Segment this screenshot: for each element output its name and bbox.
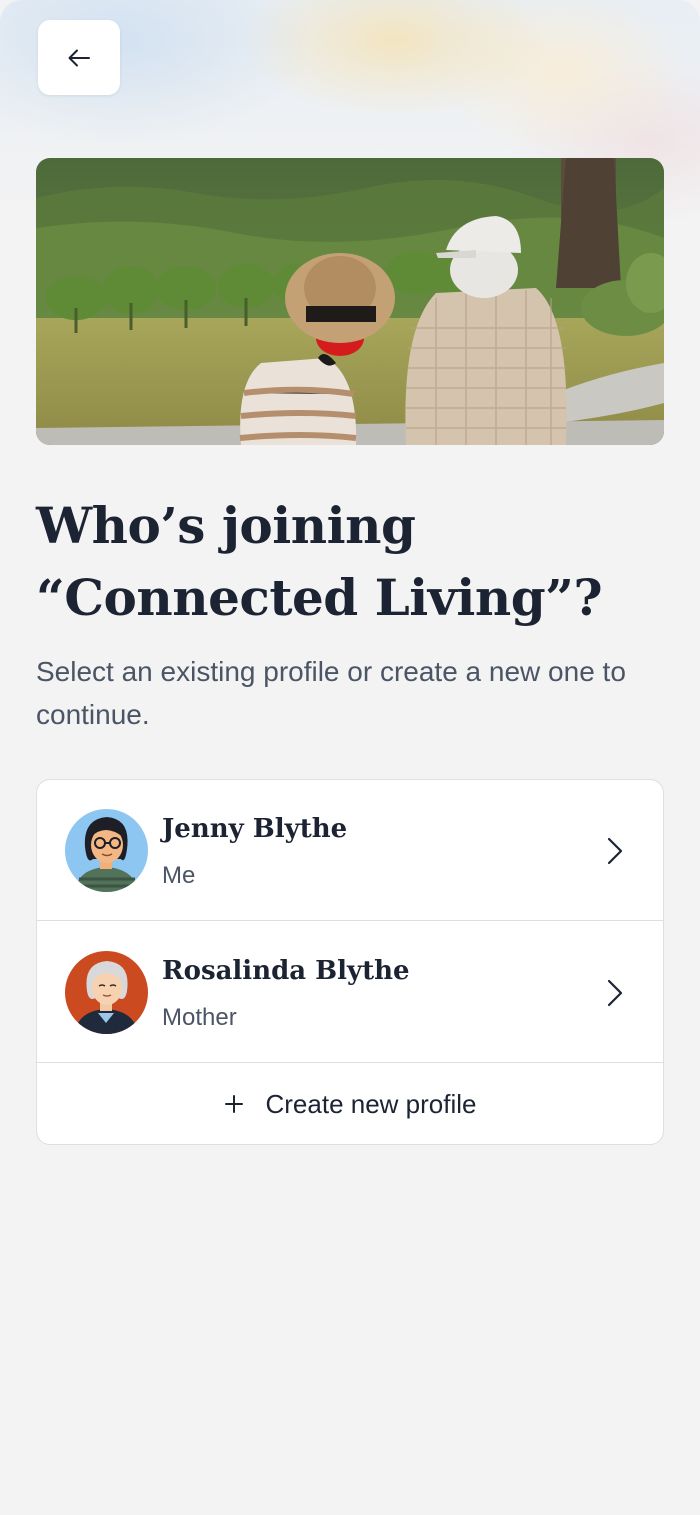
avatar — [65, 809, 148, 892]
profile-name: Rosalinda Blythe — [162, 956, 410, 986]
screen: Who’s joining “Connected Living”? Select… — [0, 0, 700, 1515]
profile-row-jenny-blythe[interactable]: Jenny Blythe Me — [37, 780, 663, 921]
arrow-left-icon — [68, 49, 90, 66]
profile-row-rosalinda-blythe[interactable]: Rosalinda Blythe Mother — [37, 922, 663, 1063]
page-title-line-1: Who’s joining — [36, 496, 416, 555]
profile-relation: Me — [162, 862, 196, 889]
page-title: Who’s joining “Connected Living”? — [36, 490, 666, 634]
hero-image — [36, 158, 664, 445]
plus-icon — [224, 1095, 243, 1113]
create-new-profile-button[interactable]: Create new profile — [37, 1064, 663, 1144]
back-button[interactable] — [38, 20, 120, 95]
create-new-profile-label: Create new profile — [265, 1088, 477, 1119]
page-subtitle: Select an existing profile or create a n… — [36, 656, 626, 730]
profile-name: Jenny Blythe — [162, 814, 348, 844]
chevron-right-icon — [607, 837, 623, 865]
profile-list: Jenny Blythe Me Rosalinda Blythe Mother … — [36, 779, 664, 1145]
avatar — [65, 951, 148, 1034]
page-title-line-2: “Connected Living”? — [36, 568, 603, 627]
chevron-right-icon — [607, 979, 623, 1007]
profile-relation: Mother — [162, 1004, 237, 1031]
